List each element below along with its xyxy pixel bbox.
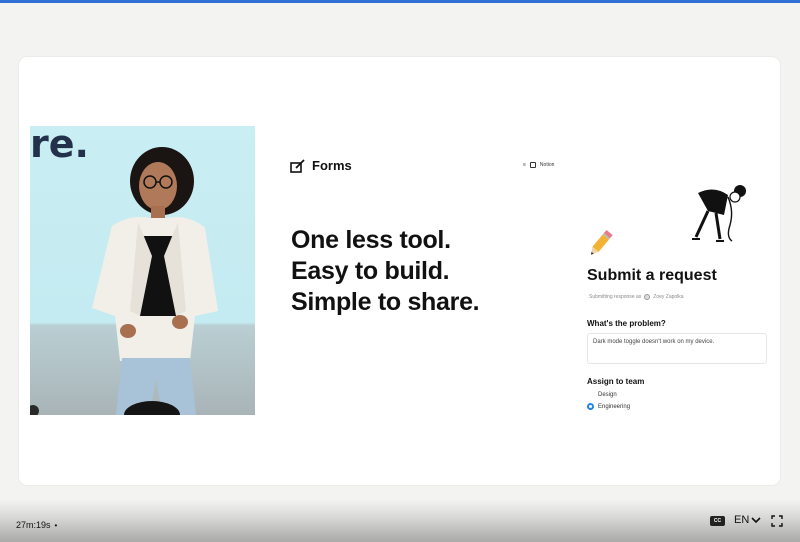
headline-line-1: One less tool. (291, 226, 451, 254)
menu-icon: ≡ (523, 162, 526, 168)
notion-label: Notion (539, 162, 555, 168)
headline-line-2: Easy to build. (291, 257, 450, 285)
submitter-name: Zoey Zapolka (653, 294, 684, 300)
notion-icon (529, 162, 536, 168)
forms-icon (290, 158, 305, 173)
speaker-video: re. (30, 126, 255, 415)
forms-logo-text: Forms (312, 158, 352, 173)
notion-badge: ≡ Notion (523, 162, 554, 168)
chevron-down-icon (751, 517, 761, 524)
headline-line-3: Simple to share. (291, 288, 480, 316)
time-label: 27m:19s (16, 520, 51, 530)
elapsed-time: 27m:19s • (16, 520, 57, 530)
question-answer-field: Dark mode toggle doesn't work on my devi… (587, 333, 767, 364)
question-label: What's the problem? (587, 319, 666, 328)
language-label: EN (734, 514, 750, 526)
option-engineering: Engineering (587, 403, 630, 410)
slide-headline: One less tool. Easy to build. Simple to … (291, 225, 551, 318)
time-dot: • (54, 520, 58, 530)
fullscreen-icon[interactable] (771, 515, 783, 527)
submitting-as-label: Submitting response as (589, 294, 642, 300)
captions-button[interactable]: CC (710, 516, 725, 526)
player-control-bar (0, 500, 800, 542)
option-design-label: Design (598, 391, 617, 398)
radio-design (587, 391, 594, 398)
form-title: Submit a request (587, 267, 717, 284)
speaker-figure (30, 147, 218, 415)
top-accent-line (0, 0, 800, 3)
submitting-as: Submitting response as Zoey Zapolka (589, 294, 684, 300)
language-select[interactable]: EN (734, 514, 761, 526)
avatar (644, 294, 651, 300)
assign-team-label: Assign to team (587, 377, 645, 386)
pencil-icon (591, 229, 613, 255)
option-design: Design (587, 391, 617, 398)
option-engineering-label: Engineering (598, 403, 631, 410)
person-illustration (692, 185, 746, 242)
radio-engineering (587, 403, 594, 410)
forms-logo: Forms (290, 158, 352, 173)
